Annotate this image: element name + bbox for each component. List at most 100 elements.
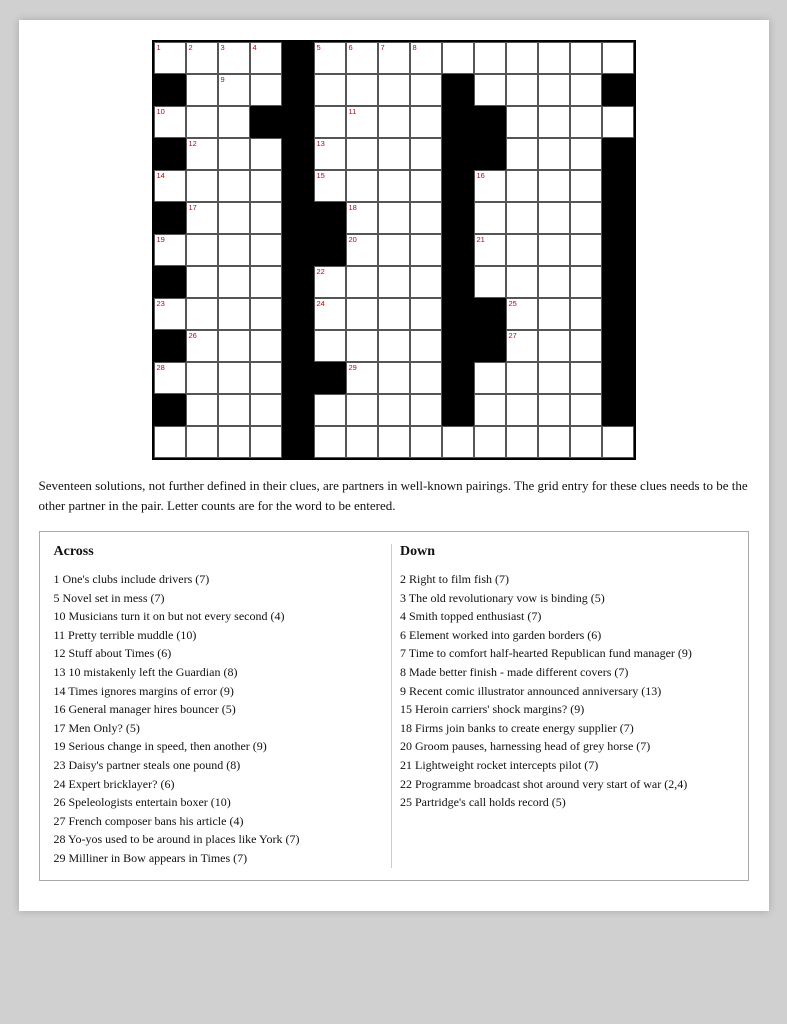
down-clue: 18 Firms join banks to create energy sup… — [400, 719, 730, 738]
grid-cell-r8-c1 — [186, 298, 218, 330]
cell-number: 27 — [509, 332, 517, 340]
grid-cell-r1-c0 — [154, 74, 186, 106]
grid-cell-r7-c8 — [410, 266, 442, 298]
across-column: Across 1 One's clubs include drivers (7)… — [50, 544, 393, 868]
grid-cell-r9-c8 — [410, 330, 442, 362]
grid-cell-r2-c1 — [186, 106, 218, 138]
grid-cell-r6-c8 — [410, 234, 442, 266]
grid-cell-r10-c10 — [474, 362, 506, 394]
grid-cell-r7-c3 — [250, 266, 282, 298]
grid-cell-r1-c12 — [538, 74, 570, 106]
grid-cell-r1-c4 — [282, 74, 314, 106]
grid-cell-r4-c9 — [442, 170, 474, 202]
grid-cell-r3-c2 — [218, 138, 250, 170]
grid-cell-r0-c10 — [474, 42, 506, 74]
grid-cell-r7-c2 — [218, 266, 250, 298]
cell-number: 22 — [317, 268, 325, 276]
across-heading: Across — [54, 544, 384, 560]
grid-cell-r8-c0: 23 — [154, 298, 186, 330]
grid-cell-r0-c7: 7 — [378, 42, 410, 74]
grid-cell-r5-c6: 18 — [346, 202, 378, 234]
grid-cell-r7-c0 — [154, 266, 186, 298]
grid-cell-r0-c0: 1 — [154, 42, 186, 74]
grid-cell-r11-c4 — [282, 394, 314, 426]
down-clue: 9 Recent comic illustrator announced ann… — [400, 682, 730, 701]
cell-number: 6 — [349, 44, 353, 52]
grid-cell-r12-c10 — [474, 426, 506, 458]
grid-cell-r2-c12 — [538, 106, 570, 138]
grid-cell-r10-c9 — [442, 362, 474, 394]
grid-cell-r2-c11 — [506, 106, 538, 138]
grid-cell-r6-c6: 20 — [346, 234, 378, 266]
grid-cell-r0-c8: 8 — [410, 42, 442, 74]
grid-cell-r3-c3 — [250, 138, 282, 170]
grid-cell-r0-c14 — [602, 42, 634, 74]
grid-cell-r1-c8 — [410, 74, 442, 106]
grid-cell-r11-c1 — [186, 394, 218, 426]
grid-cell-r7-c11 — [506, 266, 538, 298]
grid-cell-r9-c11: 27 — [506, 330, 538, 362]
down-clue: 22 Programme broadcast shot around very … — [400, 775, 730, 794]
grid-cell-r12-c8 — [410, 426, 442, 458]
across-clue: 1 One's clubs include drivers (7) — [54, 570, 384, 589]
down-clue: 20 Groom pauses, harnessing head of grey… — [400, 737, 730, 756]
grid-cell-r5-c10 — [474, 202, 506, 234]
grid-cell-r5-c7 — [378, 202, 410, 234]
clues-section: Across 1 One's clubs include drivers (7)… — [39, 531, 749, 881]
grid-cell-r12-c11 — [506, 426, 538, 458]
grid-cell-r4-c13 — [570, 170, 602, 202]
grid-cell-r9-c3 — [250, 330, 282, 362]
cell-number: 28 — [157, 364, 165, 372]
grid-cell-r3-c1: 12 — [186, 138, 218, 170]
grid-cell-r7-c14 — [602, 266, 634, 298]
grid-cell-r12-c5 — [314, 426, 346, 458]
grid-cell-r6-c10: 21 — [474, 234, 506, 266]
grid-cell-r7-c10 — [474, 266, 506, 298]
grid-cell-r11-c12 — [538, 394, 570, 426]
across-clue: 13 10 mistakenly left the Guardian (8) — [54, 663, 384, 682]
grid-cell-r9-c4 — [282, 330, 314, 362]
grid-cell-r11-c14 — [602, 394, 634, 426]
grid-cell-r11-c2 — [218, 394, 250, 426]
grid-cell-r0-c2: 3 — [218, 42, 250, 74]
grid-cell-r7-c13 — [570, 266, 602, 298]
grid-cell-r0-c4 — [282, 42, 314, 74]
grid-cell-r12-c9 — [442, 426, 474, 458]
down-clue: 6 Element worked into garden borders (6) — [400, 626, 730, 645]
cell-number: 5 — [317, 44, 321, 52]
grid-cell-r10-c1 — [186, 362, 218, 394]
down-clue: 8 Made better finish - made different co… — [400, 663, 730, 682]
grid-cell-r2-c5 — [314, 106, 346, 138]
grid-cell-r9-c14 — [602, 330, 634, 362]
grid-cell-r10-c0: 28 — [154, 362, 186, 394]
grid-cell-r6-c9 — [442, 234, 474, 266]
cell-number: 18 — [349, 204, 357, 212]
grid-cell-r8-c12 — [538, 298, 570, 330]
grid-cell-r11-c11 — [506, 394, 538, 426]
across-clue: 5 Novel set in mess (7) — [54, 589, 384, 608]
grid-cell-r2-c8 — [410, 106, 442, 138]
grid-cell-r10-c12 — [538, 362, 570, 394]
grid-cell-r5-c8 — [410, 202, 442, 234]
down-clue: 2 Right to film fish (7) — [400, 570, 730, 589]
grid-cell-r5-c5 — [314, 202, 346, 234]
grid-cell-r3-c7 — [378, 138, 410, 170]
grid-cell-r9-c7 — [378, 330, 410, 362]
cell-number: 8 — [413, 44, 417, 52]
grid-cell-r4-c12 — [538, 170, 570, 202]
grid-cell-r1-c6 — [346, 74, 378, 106]
grid-cell-r12-c12 — [538, 426, 570, 458]
grid-cell-r2-c0: 10 — [154, 106, 186, 138]
grid-cell-r8-c2 — [218, 298, 250, 330]
grid-cell-r8-c9 — [442, 298, 474, 330]
across-clue: 27 French composer bans his article (4) — [54, 812, 384, 831]
down-clue: 21 Lightweight rocket intercepts pilot (… — [400, 756, 730, 775]
grid-cell-r8-c11: 25 — [506, 298, 538, 330]
grid-cell-r11-c8 — [410, 394, 442, 426]
grid-cell-r8-c14 — [602, 298, 634, 330]
page: 1234567891011121314151617181920212223242… — [19, 20, 769, 911]
grid-cell-r1-c10 — [474, 74, 506, 106]
across-clue: 16 General manager hires bouncer (5) — [54, 700, 384, 719]
grid-cell-r0-c6: 6 — [346, 42, 378, 74]
grid-cell-r4-c4 — [282, 170, 314, 202]
